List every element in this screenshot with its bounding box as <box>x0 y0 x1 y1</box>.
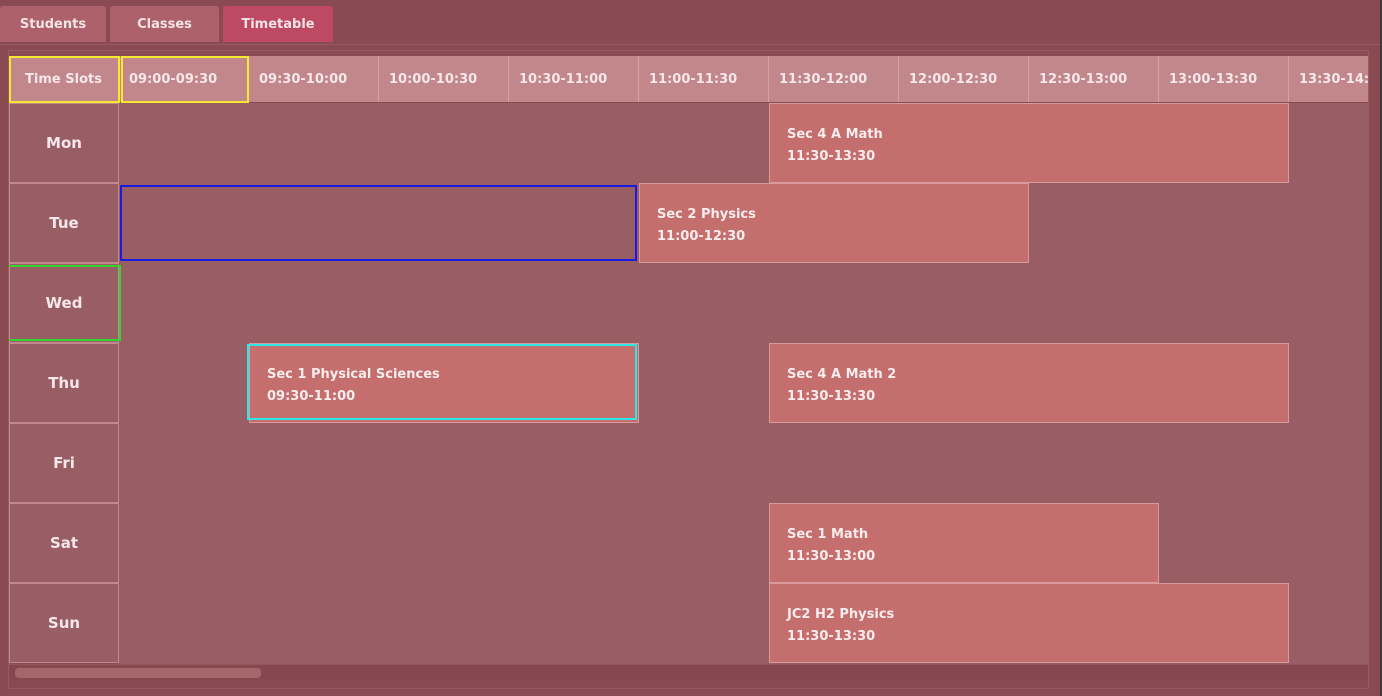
time-slot-header: 11:30-12:00 <box>769 56 899 102</box>
event-title: Sec 1 Math <box>787 527 869 542</box>
class-event[interactable]: Sec 2 Physics 11:00-12:30 <box>639 183 1029 263</box>
timetable-panel: Time Slots 09:00-09:30 09:30-10:00 10:00-1… <box>8 50 1369 689</box>
day-label-sat[interactable]: Sat <box>9 503 119 583</box>
day-label-mon[interactable]: Mon <box>9 103 119 183</box>
class-event[interactable]: Sec 1 Physical Sciences 09:30-11:00 <box>249 343 639 423</box>
time-slot-header: 13:00-13:30 <box>1159 56 1289 102</box>
class-event[interactable]: Sec 4 A Math 11:30-13:30 <box>769 103 1289 183</box>
scrollbar-thumb[interactable] <box>15 668 261 678</box>
tab-students[interactable]: Students <box>0 6 106 42</box>
event-time: 09:30-11:00 <box>267 389 356 404</box>
event-title: Sec 1 Physical Sciences <box>267 367 440 382</box>
time-slot-header: 12:00-12:30 <box>899 56 1029 102</box>
day-label-wed[interactable]: Wed <box>9 263 119 343</box>
event-title: Sec 4 A Math 2 <box>787 367 897 382</box>
event-title: Sec 2 Physics <box>657 207 756 222</box>
day-label-sun[interactable]: Sun <box>9 583 119 663</box>
day-label-fri[interactable]: Fri <box>9 423 119 503</box>
tab-classes[interactable]: Classes <box>110 6 219 42</box>
time-slot-header: 12:30-13:00 <box>1029 56 1159 102</box>
event-time: 11:30-13:00 <box>787 549 876 564</box>
class-event[interactable]: Sec 4 A Math 2 11:30-13:30 <box>769 343 1289 423</box>
time-slot-header: 10:00-10:30 <box>379 56 509 102</box>
day-label-tue[interactable]: Tue <box>9 183 119 263</box>
tab-timetable[interactable]: Timetable <box>223 6 333 42</box>
event-time: 11:30-13:30 <box>787 389 876 404</box>
drag-selection[interactable] <box>120 185 637 261</box>
event-title: JC2 H2 Physics <box>787 607 895 622</box>
horizontal-scrollbar[interactable] <box>9 664 1368 681</box>
event-time: 11:30-13:30 <box>787 149 876 164</box>
tab-bar: Students Classes Timetable <box>0 0 1382 45</box>
day-label-thu[interactable]: Thu <box>9 343 119 423</box>
class-event[interactable]: Sec 1 Math 11:30-13:00 <box>769 503 1159 583</box>
event-time: 11:30-13:30 <box>787 629 876 644</box>
timetable-grid: Time Slots 09:00-09:30 09:30-10:00 10:00-1… <box>9 56 1368 664</box>
time-slot-header: 09:30-10:00 <box>249 56 379 102</box>
time-slots-header: Time Slots <box>9 56 119 102</box>
event-title: Sec 4 A Math <box>787 127 883 142</box>
class-event[interactable]: JC2 H2 Physics 11:30-13:30 <box>769 583 1289 663</box>
event-time: 11:00-12:30 <box>657 229 746 244</box>
time-slot-header: 11:00-11:30 <box>639 56 769 102</box>
time-slot-header: 09:00-09:30 <box>119 56 249 102</box>
time-slot-header: 13:30-14:00 <box>1289 56 1368 102</box>
time-slot-header: 10:30-11:00 <box>509 56 639 102</box>
